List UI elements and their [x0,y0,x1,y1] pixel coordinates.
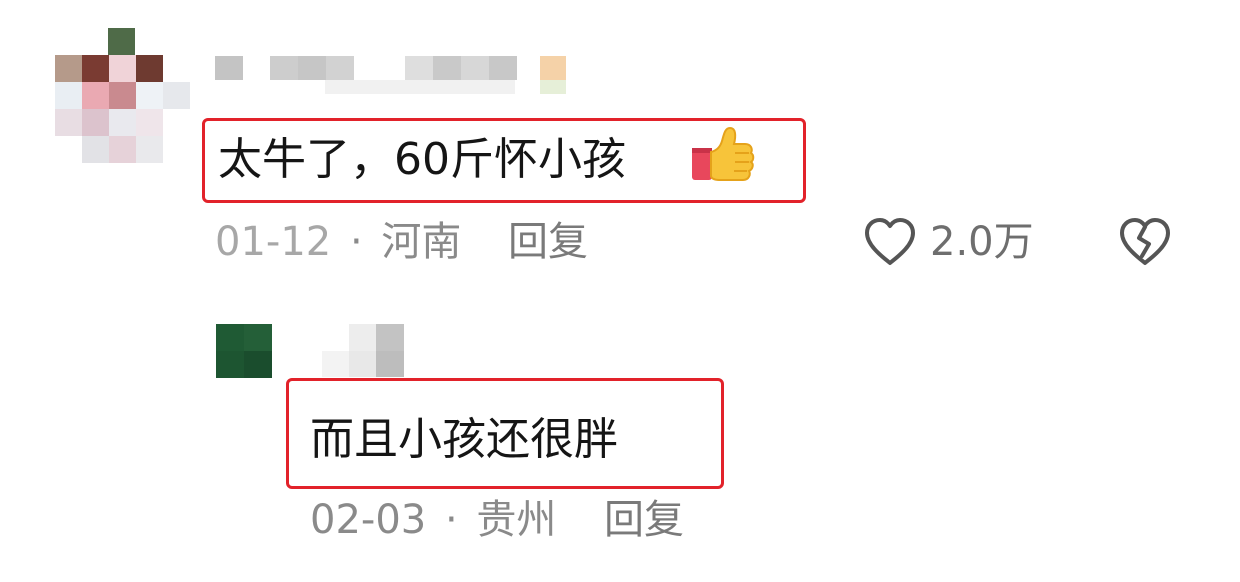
comment-text: 太牛了，60斤怀小孩 [218,134,626,185]
reply-avatar[interactable] [216,324,272,378]
meta-separator: · [444,497,458,543]
reply-text: 而且小孩还很胖 [310,414,618,465]
reply-meta: 02-03 · 贵州 [310,500,556,540]
like-count: 2.0万 [930,219,1034,265]
reply-reply-button[interactable]: 回复 [604,500,684,540]
comment-meta: 01-12 · 河南 [215,222,461,262]
reply-button[interactable]: 回复 [508,222,588,262]
reply-location: 贵州 [476,497,557,543]
reply-date: 02-03 [310,497,427,543]
username[interactable] [215,50,575,100]
comment-location: 河南 [381,219,462,265]
reply-username[interactable] [322,324,412,380]
thumbs-up-icon [692,126,755,181]
broken-heart-icon[interactable] [1116,216,1174,268]
heart-outline-icon[interactable] [862,216,918,268]
comment-date: 01-12 [215,219,332,265]
avatar[interactable] [55,28,190,163]
meta-separator: · [349,219,363,265]
